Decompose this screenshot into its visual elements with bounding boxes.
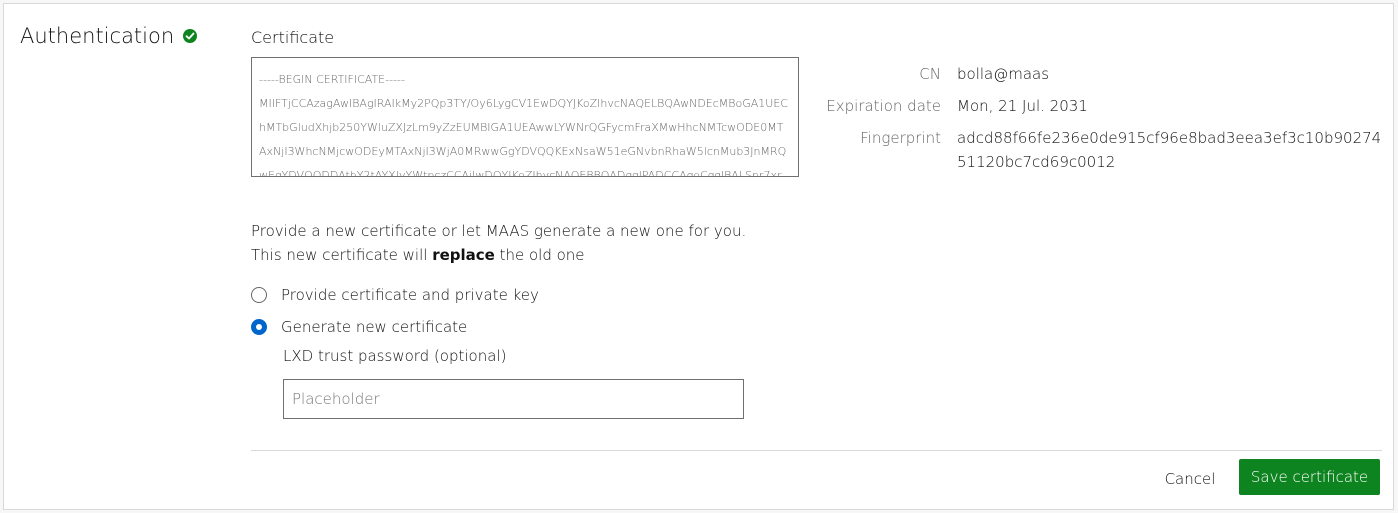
description-line-1: Provide a new certificate or let MAAS ge…: [251, 222, 747, 240]
check-circle-icon: [183, 29, 198, 43]
section-title: Authentication: [20, 24, 198, 48]
authentication-card: Authentication Certificate -----BEGIN CE…: [3, 3, 1394, 510]
fingerprint-value: adcd88f66fe236e0de915cf96e8bad3eea3ef3c1…: [957, 129, 1382, 171]
certificate-line: AxNjI3WhcNMjcwODEyMTAxNjI3WjA0MRwwGgYDVQ…: [259, 145, 787, 158]
certificate-line: wEgYDVQQDDAtbY2tAYXJyYWtpczCCAiIwDQYJKoZ…: [259, 169, 782, 177]
radio-generate-certificate[interactable]: Generate new certificate: [251, 318, 467, 336]
certificate-line: hMTbGludXhjb250YWluZXJzLm9yZzEUMBIGA1UEA…: [259, 121, 784, 134]
cancel-button[interactable]: Cancel: [1152, 461, 1228, 497]
description: Provide a new certificate or let MAAS ge…: [251, 219, 746, 267]
divider: [251, 450, 1382, 451]
radio-generate-label: Generate new certificate: [281, 318, 468, 336]
fingerprint-label: Fingerprint: [860, 129, 941, 147]
description-bold: replace: [432, 246, 495, 264]
cn-value: bolla@maas: [957, 65, 1050, 83]
radio-provide-certificate[interactable]: Provide certificate and private key: [251, 286, 539, 304]
fingerprint-row: Fingerprint adcd88f66fe236e0de915cf96e8b…: [804, 126, 1394, 174]
password-input[interactable]: [283, 379, 744, 419]
expiration-value: Mon, 21 Jul. 2031: [957, 97, 1088, 115]
expiration-row: Expiration date Mon, 21 Jul. 2031: [804, 94, 1394, 118]
expiration-label: Expiration date: [826, 97, 941, 115]
radio-provide-label: Provide certificate and private key: [281, 286, 539, 304]
cn-row: CN bolla@maas: [804, 62, 1394, 86]
section-title-text: Authentication: [20, 24, 175, 48]
save-certificate-button[interactable]: Save certificate: [1239, 459, 1380, 495]
cn-label: CN: [919, 65, 941, 83]
description-line-2: This new certificate will replace the ol…: [251, 243, 746, 267]
password-label: LXD trust password (optional): [283, 347, 507, 365]
certificate-textarea[interactable]: -----BEGIN CERTIFICATE----- MIIFTjCCAzag…: [251, 57, 799, 177]
certificate-line: MIIFTjCCAzagAwIBAgIRAIkMy2PQp3TY/Oy6LygC…: [259, 97, 788, 110]
certificate-line: -----BEGIN CERTIFICATE-----: [259, 73, 405, 86]
description-prefix: This new certificate will: [251, 246, 433, 264]
radio-button-unchecked[interactable]: [251, 287, 267, 303]
certificate-meta: CN bolla@maas Expiration date Mon, 21 Ju…: [804, 62, 1394, 182]
description-suffix: the old one: [494, 246, 585, 264]
certificate-label: Certificate: [251, 28, 335, 47]
radio-button-checked[interactable]: [251, 319, 267, 335]
